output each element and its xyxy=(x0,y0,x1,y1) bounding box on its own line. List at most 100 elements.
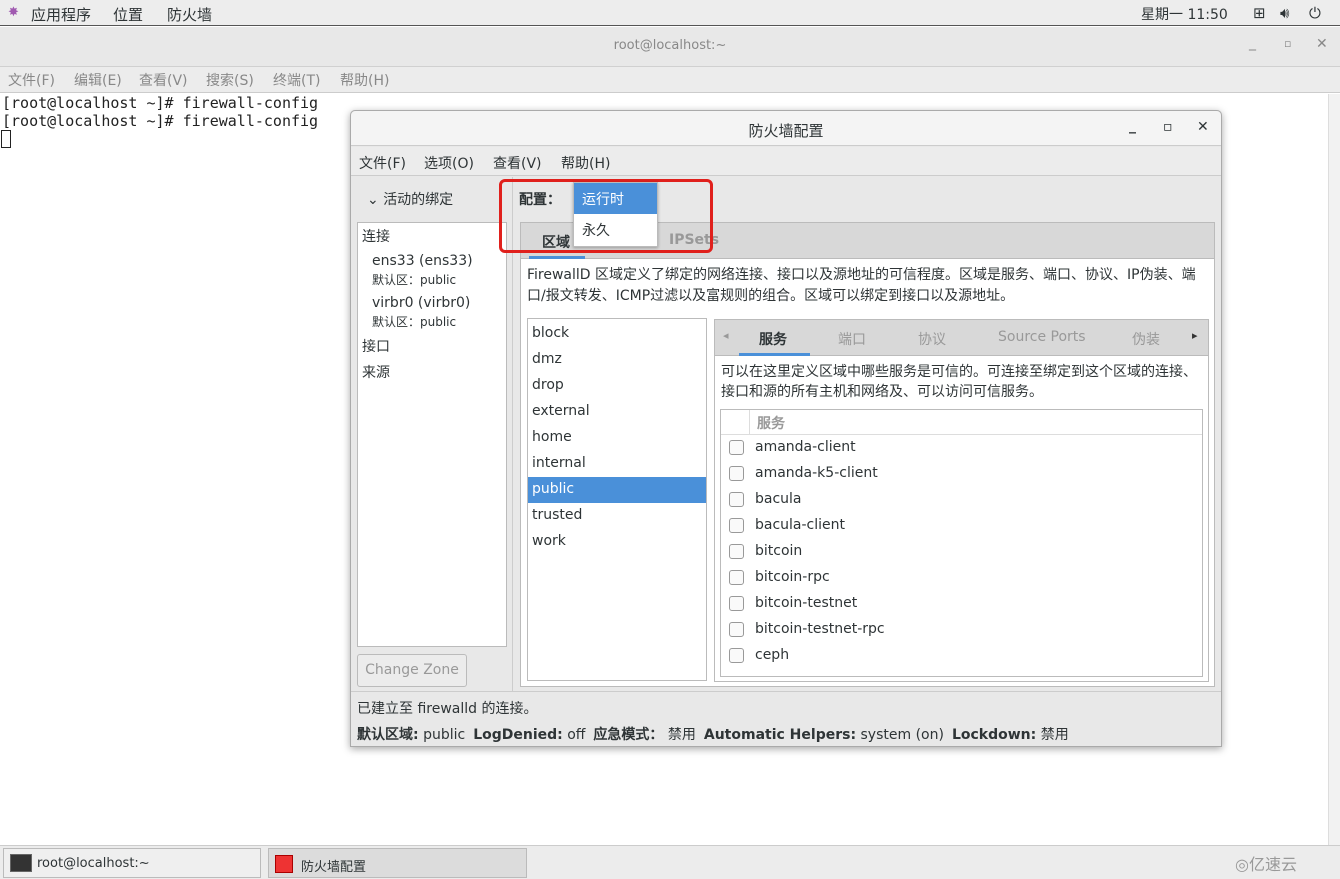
bindings-header: 活动的绑定 xyxy=(383,192,454,208)
info-value: 禁用 xyxy=(667,727,696,743)
zone-item-work[interactable]: work xyxy=(528,529,706,555)
connection-virbr0[interactable]: virbr0 (virbr0) xyxy=(372,295,470,311)
close-button[interactable]: ✕ xyxy=(1316,36,1328,52)
watermark-logo: ◎亿速云 xyxy=(1235,855,1297,874)
clock[interactable]: 星期一 11:50 xyxy=(1141,4,1228,24)
taskbar-label: root@localhost:~ xyxy=(37,856,150,871)
menu-view[interactable]: 查看(V) xyxy=(493,153,542,173)
volume-icon[interactable]: 🔊︎ xyxy=(1280,4,1289,22)
firewall-app-menu[interactable]: 防火墙 xyxy=(167,4,212,25)
menu-view[interactable]: 查看(V) xyxy=(139,70,188,90)
service-name: bacula xyxy=(755,491,802,507)
menu-edit[interactable]: 编辑(E) xyxy=(74,70,122,90)
info-key: 默认区域: xyxy=(357,727,419,743)
connection-ens33[interactable]: ens33 (ens33) xyxy=(372,253,473,269)
connection-zone: 默认区：public xyxy=(372,273,457,287)
taskbar-item-firewall[interactable]: 防火墙配置 xyxy=(268,848,527,878)
taskbar-item-terminal[interactable]: root@localhost:~ xyxy=(3,848,261,878)
service-row: bitcoin-testnet xyxy=(721,591,1202,617)
connection-status: 已建立至 firewalld 的连接。 xyxy=(357,701,538,717)
close-button[interactable]: ✕ xyxy=(1197,119,1209,135)
zone-item-public[interactable]: public xyxy=(528,477,706,503)
terminal-line: [root@localhost ~]# firewall-config xyxy=(2,94,319,112)
info-key: LogDenied: xyxy=(473,727,563,743)
subtab-source-ports[interactable]: Source Ports xyxy=(998,329,1086,345)
status-info: 默认区域: public LogDenied: off 应急模式： 禁用 Automa… xyxy=(357,724,1077,744)
terminal-scrollbar[interactable] xyxy=(1328,94,1340,845)
service-checkbox[interactable] xyxy=(729,596,744,611)
menu-file[interactable]: 文件(F) xyxy=(8,70,55,90)
subtab-ports[interactable]: 端口 xyxy=(838,329,866,349)
subtab-services[interactable]: 服务 xyxy=(759,329,787,349)
service-row: bitcoin-rpc xyxy=(721,565,1202,591)
terminal-title: root@localhost:~ xyxy=(613,38,727,53)
service-row: bitcoin xyxy=(721,539,1202,565)
connections-label[interactable]: 连接 xyxy=(362,226,390,246)
menu-search[interactable]: 搜索(S) xyxy=(206,70,254,90)
config-option-permanent[interactable]: 永久 xyxy=(574,217,657,245)
dialog-title: 防火墙配置 xyxy=(748,122,824,140)
zone-item-home[interactable]: home xyxy=(528,425,706,451)
service-name: bitcoin-testnet xyxy=(755,595,858,611)
service-row: bacula xyxy=(721,487,1202,513)
minimize-button[interactable]: _ xyxy=(1249,35,1256,51)
power-icon[interactable]: ⏻ xyxy=(1309,4,1321,22)
network-icon[interactable]: ⊞ xyxy=(1253,4,1266,22)
maximize-button[interactable]: ▫ xyxy=(1163,119,1173,135)
active-tab-indicator xyxy=(529,256,585,259)
service-name: ceph xyxy=(755,647,790,663)
active-tab-indicator xyxy=(739,353,810,356)
service-checkbox[interactable] xyxy=(729,492,744,507)
menu-terminal[interactable]: 终端(T) xyxy=(273,70,320,90)
zone-item-dmz[interactable]: dmz xyxy=(528,347,706,373)
sources-label[interactable]: 来源 xyxy=(362,362,390,382)
change-zone-button[interactable]: Change Zone xyxy=(357,654,467,687)
scroll-right-icon[interactable]: ▸ xyxy=(1192,329,1198,342)
divider xyxy=(351,691,1221,692)
service-name: bitcoin-testnet-rpc xyxy=(755,621,885,637)
service-checkbox[interactable] xyxy=(729,648,744,663)
minimize-button[interactable]: _ xyxy=(1129,118,1136,134)
applications-menu[interactable]: 应用程序 xyxy=(31,4,91,25)
service-row: bacula-client xyxy=(721,513,1202,539)
service-checkbox[interactable] xyxy=(729,518,744,533)
subtab-masquerade[interactable]: 伪装 xyxy=(1132,329,1160,349)
service-checkbox[interactable] xyxy=(729,440,744,455)
places-menu[interactable]: 位置 xyxy=(113,4,143,25)
config-option-runtime[interactable]: 运行时 xyxy=(574,183,657,214)
menu-options[interactable]: 选项(O) xyxy=(424,153,474,173)
zone-item-trusted[interactable]: trusted xyxy=(528,503,706,529)
zone-item-internal[interactable]: internal xyxy=(528,451,706,477)
terminal-menubar: 文件(F) 编辑(E) 查看(V) 搜索(S) 终端(T) 帮助(H) xyxy=(0,67,1340,93)
pane-divider xyxy=(512,177,513,691)
service-checkbox[interactable] xyxy=(729,570,744,585)
service-row: ceph xyxy=(721,643,1202,669)
service-row: amanda-k5-client xyxy=(721,461,1202,487)
bindings-expander[interactable]: ⌄ 活动的绑定 xyxy=(367,189,453,209)
firewall-icon xyxy=(275,855,293,873)
service-checkbox[interactable] xyxy=(729,622,744,637)
config-dropdown: 运行时 永久 xyxy=(573,182,658,247)
service-name: bitcoin-rpc xyxy=(755,569,830,585)
service-checkbox[interactable] xyxy=(729,466,744,481)
zone-description: FirewallD 区域定义了绑定的网络连接、接口以及源地址的可信程度。区域是服… xyxy=(527,267,1196,304)
zone-item-block[interactable]: block xyxy=(528,321,706,347)
main-notebook: 区域 IPSets FirewallD 区域定义了绑定的网络连接、接口以及源地址… xyxy=(520,222,1215,687)
terminal-icon xyxy=(10,854,32,872)
zone-item-external[interactable]: external xyxy=(528,399,706,425)
taskbar-label: 防火墙配置 xyxy=(301,860,367,875)
connection-zone: 默认区：public xyxy=(372,315,457,329)
menu-help[interactable]: 帮助(H) xyxy=(340,70,389,90)
bindings-list: 连接 ens33 (ens33) 默认区：public virbr0 (virb… xyxy=(357,222,507,647)
interfaces-label[interactable]: 接口 xyxy=(362,336,390,356)
service-checkbox[interactable] xyxy=(729,544,744,559)
terminal-cursor xyxy=(1,130,11,148)
zone-settings-notebook: ◂ 服务 端口 协议 Source Ports 伪装 ▸ 可以在这里定义区域中哪… xyxy=(714,319,1209,682)
menu-help[interactable]: 帮助(H) xyxy=(561,153,610,173)
zone-item-drop[interactable]: drop xyxy=(528,373,706,399)
menu-file[interactable]: 文件(F) xyxy=(359,153,406,173)
subtab-protocols[interactable]: 协议 xyxy=(918,329,946,349)
maximize-button[interactable]: ▫ xyxy=(1284,37,1291,50)
services-column-header[interactable]: 服务 xyxy=(757,413,785,433)
scroll-left-icon[interactable]: ◂ xyxy=(723,329,729,342)
